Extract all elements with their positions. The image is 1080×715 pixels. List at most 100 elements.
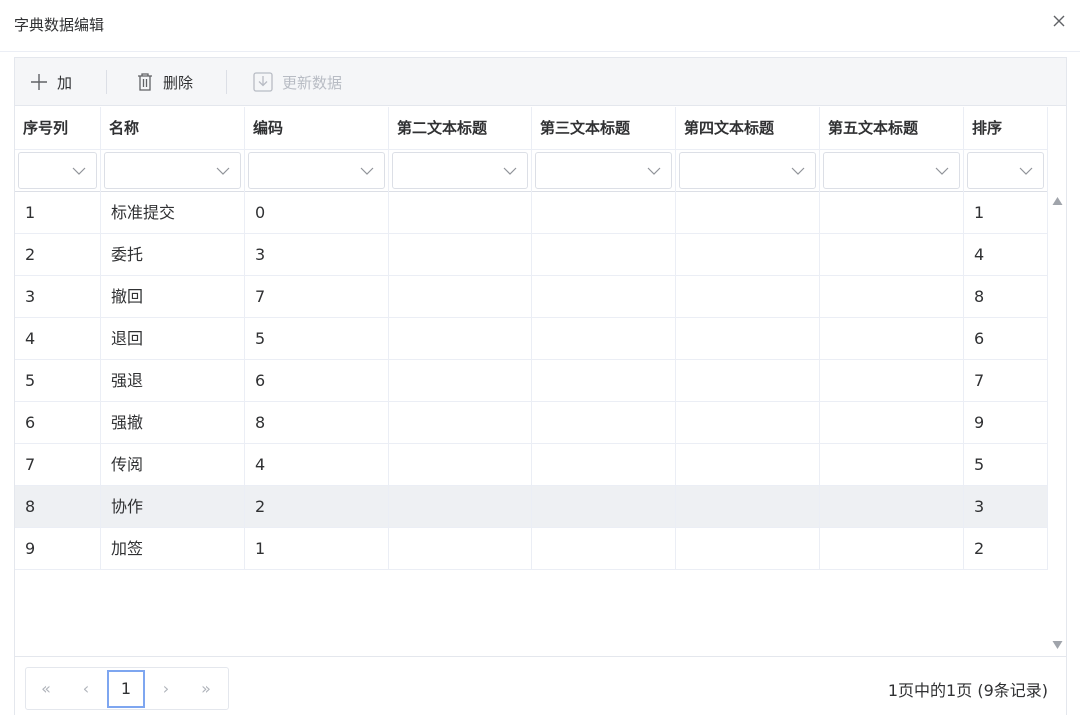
cell-text4[interactable] (676, 444, 820, 486)
delete-button[interactable]: 删除 (135, 68, 193, 96)
cell-text3[interactable] (532, 402, 676, 444)
add-button[interactable]: 加 (29, 68, 72, 96)
table-row[interactable]: 6 强撤 8 9 (15, 402, 1048, 444)
table-row[interactable]: 9 加签 1 2 (15, 528, 1048, 570)
cell-text3[interactable] (532, 360, 676, 402)
table-row[interactable]: 7 传阅 4 5 (15, 444, 1048, 486)
column-header-text5[interactable]: 第五文本标题 (820, 107, 964, 150)
current-page-button[interactable]: 1 (107, 669, 145, 708)
cell-text3[interactable] (532, 234, 676, 276)
cell-text4[interactable] (676, 528, 820, 570)
cell-code[interactable]: 6 (245, 360, 389, 402)
cell-index[interactable]: 8 (15, 486, 101, 528)
table-row[interactable]: 3 撤回 7 8 (15, 276, 1048, 318)
cell-name[interactable]: 撤回 (101, 276, 245, 318)
table-row[interactable]: 8 协作 2 3 (15, 486, 1048, 528)
cell-name[interactable]: 强退 (101, 360, 245, 402)
cell-index[interactable]: 5 (15, 360, 101, 402)
cell-text5[interactable] (820, 486, 964, 528)
cell-sort[interactable]: 2 (964, 528, 1048, 570)
cell-code[interactable]: 4 (245, 444, 389, 486)
cell-text4[interactable] (676, 276, 820, 318)
cell-text5[interactable] (820, 528, 964, 570)
cell-text2[interactable] (389, 234, 532, 276)
cell-index[interactable]: 2 (15, 234, 101, 276)
cell-text3[interactable] (532, 486, 676, 528)
last-page-button[interactable]: » (186, 668, 226, 709)
cell-text3[interactable] (532, 192, 676, 234)
column-header-code[interactable]: 编码 (245, 107, 389, 150)
cell-text4[interactable] (676, 192, 820, 234)
filter-select-code[interactable] (248, 152, 385, 189)
cell-code[interactable]: 5 (245, 318, 389, 360)
scroll-up-icon[interactable] (1052, 196, 1063, 206)
cell-name[interactable]: 标准提交 (101, 192, 245, 234)
cell-sort[interactable]: 8 (964, 276, 1048, 318)
cell-name[interactable]: 强撤 (101, 402, 245, 444)
filter-select-index[interactable] (18, 152, 97, 189)
vertical-scrollbar[interactable] (1049, 190, 1066, 656)
cell-index[interactable]: 7 (15, 444, 101, 486)
column-header-name[interactable]: 名称 (101, 107, 245, 150)
cell-text2[interactable] (389, 192, 532, 234)
cell-text3[interactable] (532, 276, 676, 318)
first-page-button[interactable]: « (26, 668, 66, 709)
cell-text4[interactable] (676, 360, 820, 402)
cell-text2[interactable] (389, 402, 532, 444)
cell-index[interactable]: 1 (15, 192, 101, 234)
cell-text5[interactable] (820, 234, 964, 276)
cell-name[interactable]: 传阅 (101, 444, 245, 486)
cell-name[interactable]: 加签 (101, 528, 245, 570)
column-header-text3[interactable]: 第三文本标题 (532, 107, 676, 150)
column-header-text2[interactable]: 第二文本标题 (389, 107, 532, 150)
filter-select-text2[interactable] (392, 152, 528, 189)
update-data-button[interactable]: 更新数据 (252, 68, 342, 96)
cell-text2[interactable] (389, 360, 532, 402)
cell-text4[interactable] (676, 486, 820, 528)
column-header-sort[interactable]: 排序 (964, 107, 1048, 150)
filter-select-name[interactable] (104, 152, 241, 189)
cell-text4[interactable] (676, 402, 820, 444)
cell-text4[interactable] (676, 234, 820, 276)
column-header-text4[interactable]: 第四文本标题 (676, 107, 820, 150)
cell-sort[interactable]: 6 (964, 318, 1048, 360)
cell-sort[interactable]: 4 (964, 234, 1048, 276)
cell-text2[interactable] (389, 486, 532, 528)
cell-name[interactable]: 委托 (101, 234, 245, 276)
filter-select-text4[interactable] (679, 152, 816, 189)
cell-text5[interactable] (820, 192, 964, 234)
cell-text5[interactable] (820, 402, 964, 444)
cell-sort[interactable]: 5 (964, 444, 1048, 486)
cell-code[interactable]: 3 (245, 234, 389, 276)
cell-text5[interactable] (820, 360, 964, 402)
cell-sort[interactable]: 9 (964, 402, 1048, 444)
cell-text5[interactable] (820, 276, 964, 318)
cell-text2[interactable] (389, 318, 532, 360)
cell-code[interactable]: 7 (245, 276, 389, 318)
filter-select-text5[interactable] (823, 152, 960, 189)
table-row[interactable]: 5 强退 6 7 (15, 360, 1048, 402)
filter-select-sort[interactable] (967, 152, 1044, 189)
cell-sort[interactable]: 7 (964, 360, 1048, 402)
cell-text2[interactable] (389, 444, 532, 486)
cell-code[interactable]: 2 (245, 486, 389, 528)
cell-text3[interactable] (532, 444, 676, 486)
filter-select-text3[interactable] (535, 152, 672, 189)
next-page-button[interactable]: › (146, 668, 186, 709)
close-icon[interactable] (1048, 10, 1070, 32)
cell-index[interactable]: 3 (15, 276, 101, 318)
cell-index[interactable]: 9 (15, 528, 101, 570)
prev-page-button[interactable]: ‹ (66, 668, 106, 709)
cell-index[interactable]: 4 (15, 318, 101, 360)
cell-code[interactable]: 8 (245, 402, 389, 444)
table-row[interactable]: 2 委托 3 4 (15, 234, 1048, 276)
cell-text3[interactable] (532, 318, 676, 360)
cell-code[interactable]: 1 (245, 528, 389, 570)
cell-text2[interactable] (389, 528, 532, 570)
cell-sort[interactable]: 1 (964, 192, 1048, 234)
cell-text5[interactable] (820, 444, 964, 486)
table-row[interactable]: 4 退回 5 6 (15, 318, 1048, 360)
scroll-down-icon[interactable] (1052, 640, 1063, 650)
cell-name[interactable]: 协作 (101, 486, 245, 528)
cell-name[interactable]: 退回 (101, 318, 245, 360)
